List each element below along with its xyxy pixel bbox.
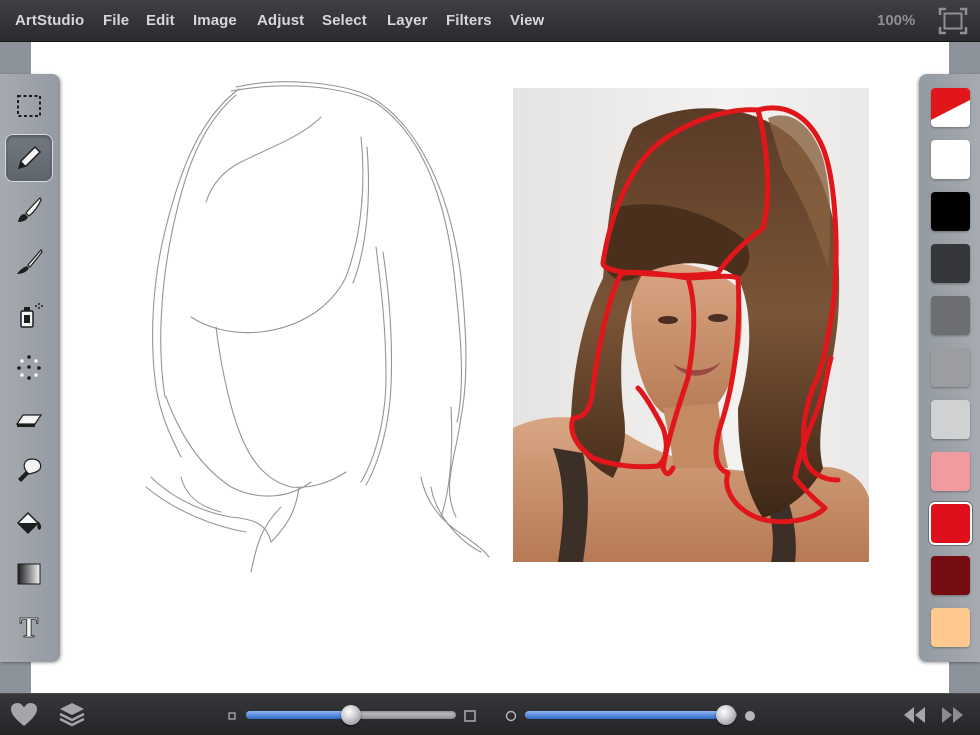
fast-forward-icon[interactable] <box>938 700 968 730</box>
color-swatch[interactable] <box>931 556 970 595</box>
color-swatch[interactable] <box>931 452 970 491</box>
bottom-bar <box>0 693 980 735</box>
color-swatch[interactable] <box>931 400 970 439</box>
tool-spray[interactable] <box>5 291 53 339</box>
color-palette <box>919 74 980 662</box>
menu-layer[interactable]: Layer <box>387 12 428 29</box>
text-icon: T <box>19 613 39 641</box>
brush-size-knob[interactable] <box>341 705 361 725</box>
color-swatch[interactable] <box>931 296 970 335</box>
menu-filters[interactable]: Filters <box>446 12 492 29</box>
tool-brush[interactable] <box>5 186 53 234</box>
drawing-canvas[interactable] <box>31 42 949 693</box>
size-max-icon <box>464 710 476 722</box>
menu-image[interactable]: Image <box>193 12 237 29</box>
svg-text:T: T <box>20 613 39 641</box>
brush-size-fill <box>246 711 351 719</box>
tool-fine-brush[interactable] <box>5 238 53 286</box>
opacity-slider[interactable] <box>525 705 737 725</box>
paint-bucket-icon <box>16 511 42 535</box>
tool-fill[interactable] <box>5 498 53 546</box>
fine-brush-icon <box>17 248 43 274</box>
smudge-finger-icon <box>18 458 42 482</box>
brush-icon <box>18 196 42 222</box>
color-swatch[interactable] <box>931 192 970 231</box>
reference-photo <box>513 88 869 562</box>
color-swatch[interactable] <box>931 348 970 387</box>
current-color-icon[interactable] <box>931 88 970 127</box>
rewind-icon[interactable] <box>899 700 929 730</box>
tool-scatter[interactable] <box>5 343 53 391</box>
menu-file[interactable]: File <box>103 12 129 29</box>
menu-bar: ArtStudio File Edit Image Adjust Select … <box>0 0 980 42</box>
tool-marquee-select[interactable] <box>5 82 53 130</box>
eraser-icon <box>15 414 43 427</box>
color-swatch[interactable] <box>931 608 970 647</box>
app-name[interactable]: ArtStudio <box>15 12 84 29</box>
size-min-icon <box>228 712 236 720</box>
pencil-icon <box>17 145 42 170</box>
menu-select[interactable]: Select <box>322 12 367 29</box>
tool-eraser[interactable] <box>5 394 53 442</box>
layers-icon[interactable] <box>57 700 87 730</box>
zoom-level: 100% <box>877 12 916 29</box>
opacity-fill <box>525 711 727 719</box>
opacity-max-icon <box>745 711 755 721</box>
menu-view[interactable]: View <box>510 12 544 29</box>
color-swatch[interactable] <box>931 140 970 179</box>
menu-edit[interactable]: Edit <box>146 12 175 29</box>
opacity-knob[interactable] <box>716 705 737 725</box>
dashed-rect-icon <box>17 95 41 117</box>
tool-palette: T <box>0 74 60 662</box>
color-swatch[interactable] <box>931 244 970 283</box>
brush-size-slider[interactable] <box>246 705 456 725</box>
gradient-icon <box>17 563 41 585</box>
pencil-sketch-layer <box>145 81 490 573</box>
tool-pencil[interactable] <box>5 134 53 182</box>
tool-gradient[interactable] <box>5 550 53 598</box>
heart-icon[interactable] <box>9 700 39 730</box>
color-swatch[interactable] <box>931 504 970 543</box>
menu-adjust[interactable]: Adjust <box>257 12 304 29</box>
spray-can-icon <box>20 303 43 328</box>
fullscreen-icon[interactable] <box>938 7 968 35</box>
opacity-min-icon <box>505 710 517 722</box>
scatter-dots-icon <box>17 355 41 380</box>
tool-text[interactable]: T <box>5 602 53 650</box>
tool-smudge[interactable] <box>5 446 53 494</box>
